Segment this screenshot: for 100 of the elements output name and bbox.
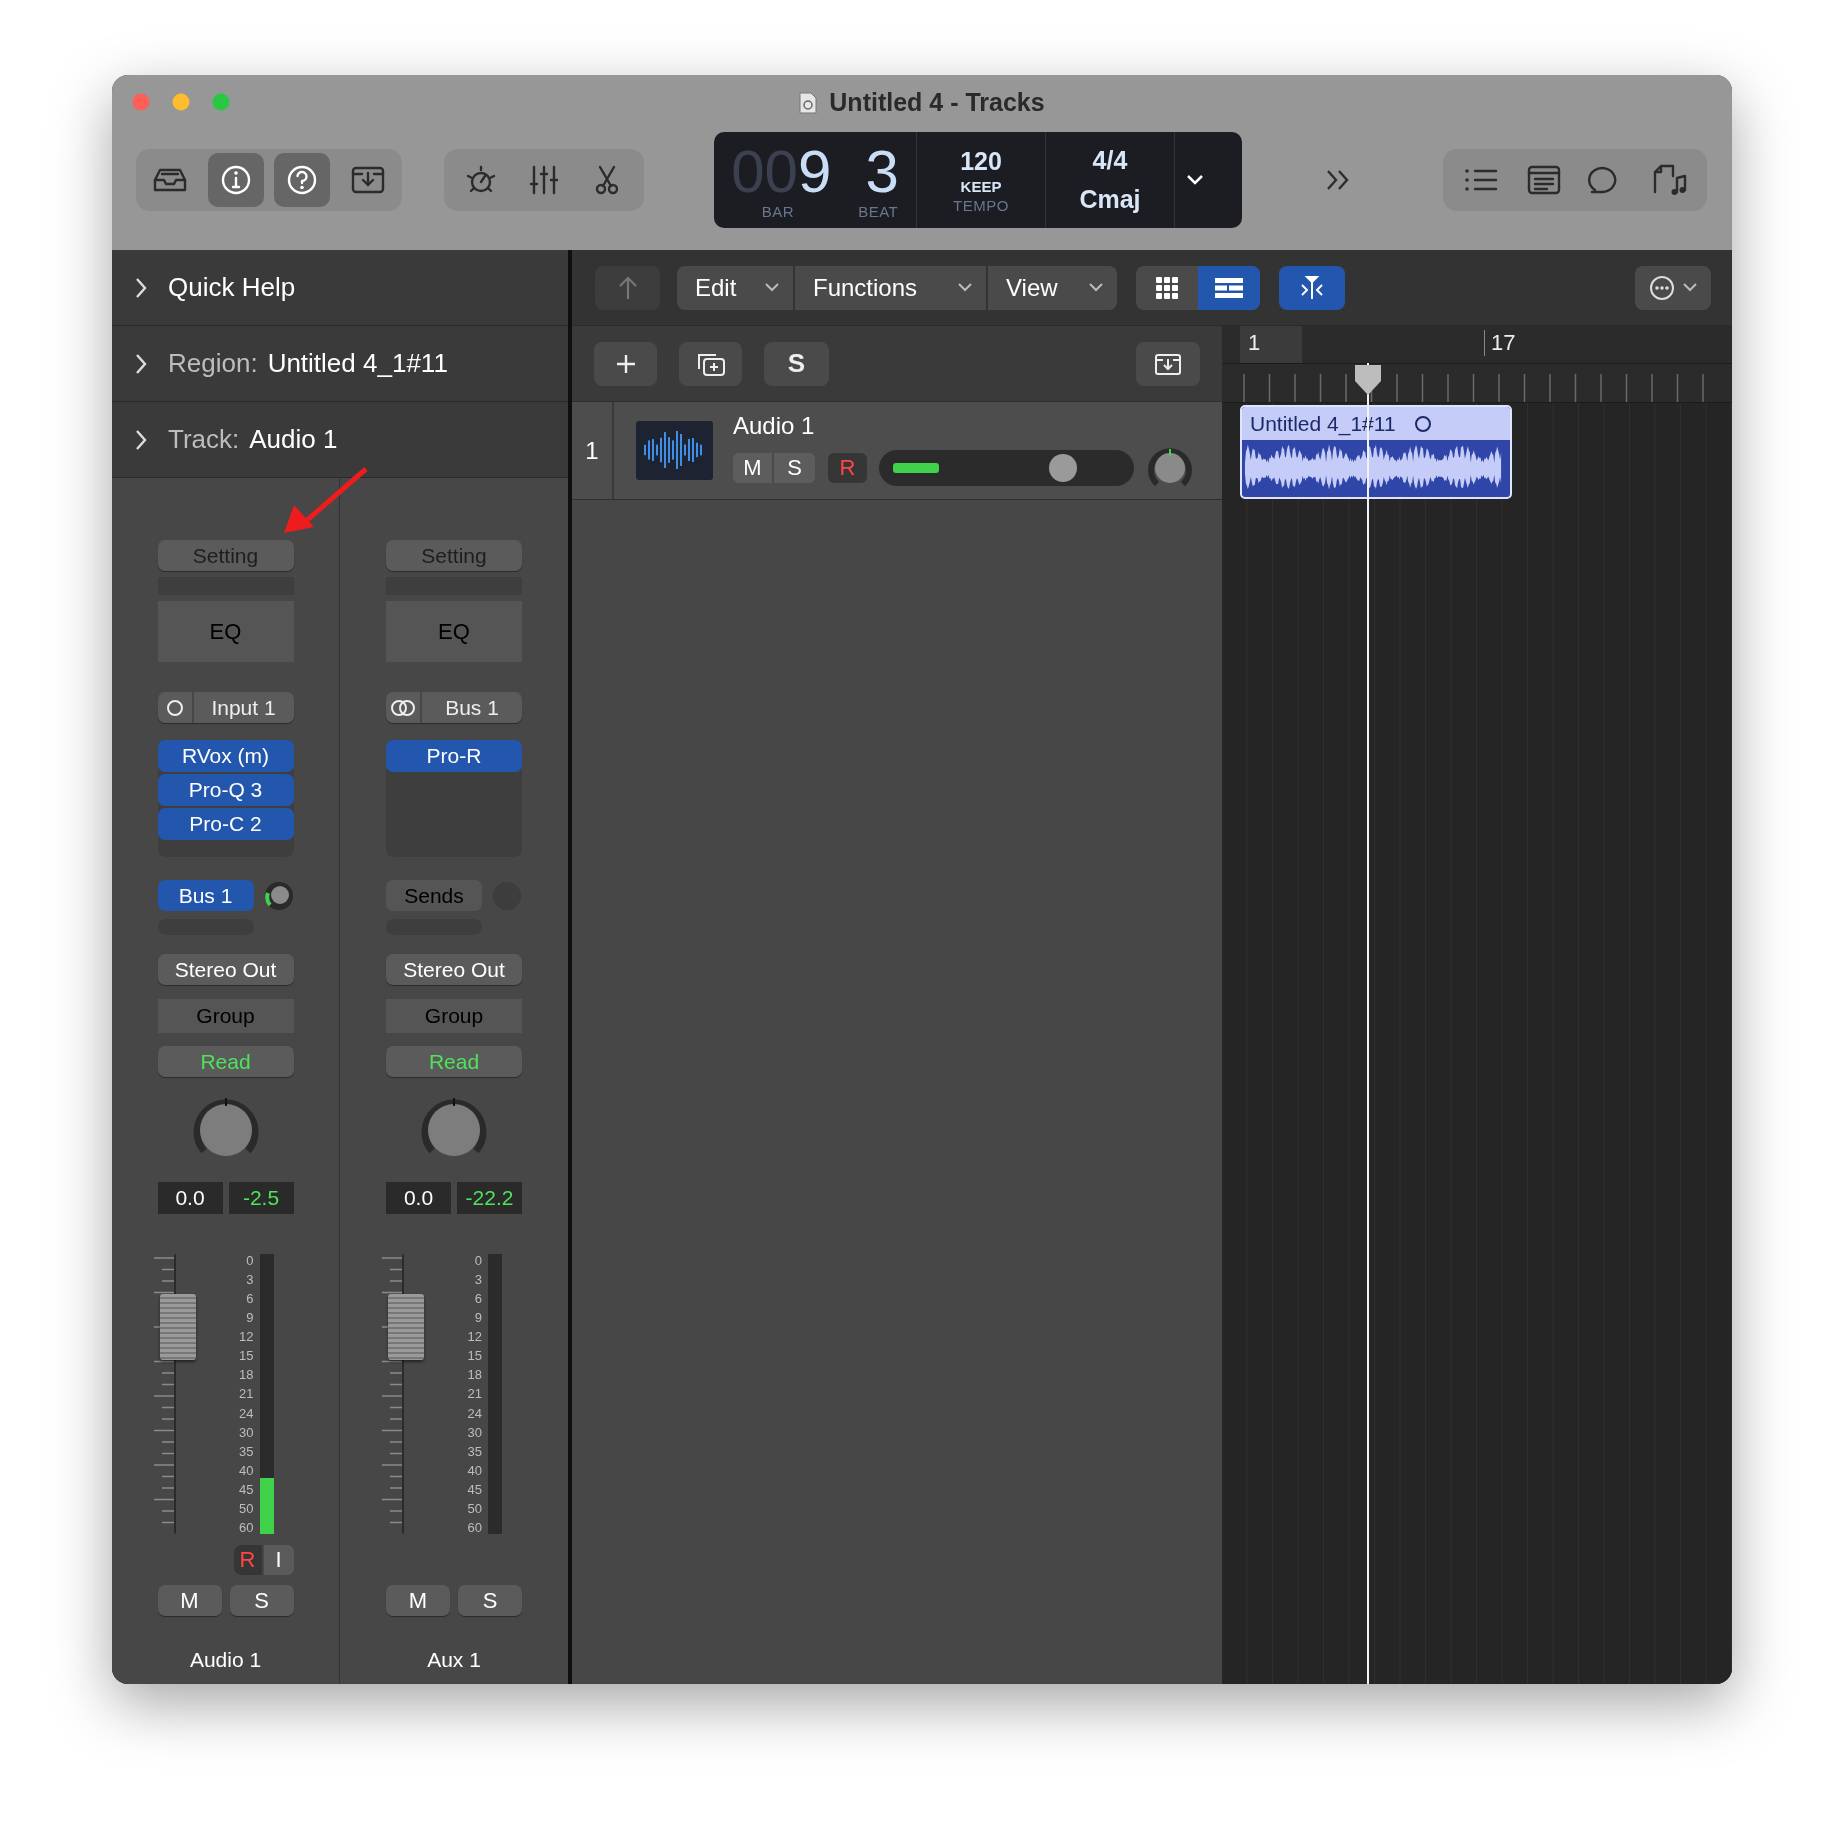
mute-button[interactable]: M <box>157 1585 222 1616</box>
output-button[interactable]: Stereo Out <box>386 954 522 985</box>
plugin-slot[interactable]: Pro-Q 3 <box>157 774 294 806</box>
section-label: Quick Help <box>168 272 296 303</box>
circle-icon <box>165 698 184 717</box>
scale-label: 3 <box>474 1273 482 1287</box>
chevron-down-icon <box>1186 174 1204 186</box>
beat-number: 3 <box>865 140 899 203</box>
scale-label: 50 <box>467 1501 482 1515</box>
download-button[interactable] <box>1136 341 1200 386</box>
playhead-handle <box>1353 363 1383 397</box>
scale-label: 12 <box>467 1330 482 1344</box>
volume-value: 0.0 <box>157 1182 223 1214</box>
scale-label: 21 <box>467 1387 482 1401</box>
record-enable-button[interactable]: R <box>828 452 867 483</box>
fader-thumb[interactable] <box>388 1293 424 1360</box>
fader-thumb[interactable] <box>159 1293 196 1360</box>
scale-label: 35 <box>239 1444 254 1458</box>
automation-mode-button[interactable]: Read <box>157 1046 294 1077</box>
add-track-button[interactable] <box>594 341 657 386</box>
plugin-slot[interactable]: Pro-R <box>386 740 522 772</box>
loop-circle-icon <box>1413 414 1432 433</box>
scale-label: 18 <box>467 1368 482 1382</box>
back-button[interactable] <box>595 265 660 310</box>
input-button[interactable]: Bus 1 <box>386 692 522 723</box>
inspector-button[interactable] <box>208 153 264 207</box>
section-label: Track: <box>168 424 240 455</box>
close-icon <box>132 93 150 111</box>
section-value: Audio 1 <box>249 424 338 455</box>
scale-label: 6 <box>474 1292 482 1306</box>
menu-button[interactable]: View <box>988 265 1117 310</box>
scale-label: 15 <box>467 1349 482 1363</box>
global-solo-button[interactable]: S <box>764 341 829 386</box>
plus-icon <box>614 352 637 375</box>
volume-slider[interactable] <box>879 449 1134 486</box>
region-name: Untitled 4_1#11 <box>1250 411 1396 436</box>
linked-circles-icon <box>390 698 416 717</box>
output-button[interactable]: Stereo Out <box>157 954 294 985</box>
bar-ruler[interactable]: 1 17 <box>1222 326 1732 364</box>
bar-number: 17 <box>1484 330 1516 356</box>
duplicate-track-button[interactable] <box>679 341 742 386</box>
peak-value: -22.2 <box>457 1182 522 1214</box>
slider-thumb[interactable] <box>1048 453 1077 482</box>
list-view-button[interactable] <box>1198 265 1260 310</box>
track-name: Audio 1 <box>733 411 816 440</box>
more-options-button[interactable] <box>1635 265 1711 310</box>
tempo-mode: KEEP <box>960 177 1002 195</box>
scale-label: 45 <box>239 1482 254 1496</box>
bar-number: 1 <box>1247 330 1261 356</box>
scale-label: 40 <box>467 1463 482 1477</box>
scale-label: 21 <box>239 1387 254 1401</box>
scale-label: 30 <box>239 1425 254 1439</box>
scale-label: 24 <box>467 1406 482 1420</box>
double-chevron-icon <box>1325 168 1351 192</box>
tempo-value: 120 <box>960 146 1002 176</box>
section-value: Untitled 4_1#11 <box>267 348 448 379</box>
scale-label: 9 <box>246 1311 254 1325</box>
solo-button[interactable]: S <box>229 1585 294 1616</box>
help-button[interactable] <box>274 153 330 207</box>
catch-button[interactable] <box>1279 265 1345 310</box>
bar-label: BAR <box>761 202 795 220</box>
chevron-down-icon <box>1683 283 1697 292</box>
download-tray-icon <box>1154 351 1182 376</box>
scale-label: 0 <box>474 1254 482 1267</box>
record-enable-button[interactable]: R <box>233 1545 264 1575</box>
minimize-icon <box>172 93 190 111</box>
chevron-right-icon <box>134 276 148 299</box>
scale-label: 24 <box>239 1406 254 1420</box>
plugin-slot[interactable]: Pro-C 2 <box>157 808 294 840</box>
scale-label: 15 <box>239 1349 254 1363</box>
channel-name: Audio 1 <box>189 1648 262 1672</box>
scale-label: 18 <box>239 1368 254 1382</box>
menu-button[interactable]: Functions <box>795 265 988 310</box>
waveform-track-icon <box>636 421 713 480</box>
menu-button[interactable]: Edit <box>677 265 795 310</box>
chevron-down-icon <box>958 283 972 292</box>
scale-label: 60 <box>467 1520 482 1534</box>
peak-value: -2.5 <box>228 1182 294 1214</box>
solo-button[interactable]: S <box>458 1585 522 1616</box>
document-icon <box>799 91 818 114</box>
playhead-catch-icon <box>1299 274 1325 301</box>
send-slot[interactable]: Bus 1 <box>157 880 254 911</box>
scale-label: 45 <box>467 1482 482 1496</box>
send-level-knob <box>263 880 294 911</box>
time-signature: 4/4 <box>1092 146 1128 175</box>
scale-label: 0 <box>246 1254 254 1267</box>
input-button[interactable]: Input 1 <box>157 692 294 723</box>
chevron-right-icon <box>134 352 148 375</box>
scale-label: 35 <box>467 1444 482 1458</box>
tempo-label: TEMPO <box>953 196 1009 214</box>
section-label: Region: <box>168 348 258 379</box>
beat-label: BEAT <box>858 202 899 220</box>
scale-label: 30 <box>467 1425 482 1439</box>
cycle-area[interactable] <box>1240 326 1302 363</box>
mute-button[interactable]: M <box>386 1585 450 1616</box>
volume-value: 0.0 <box>386 1182 451 1214</box>
automation-mode-button[interactable]: Read <box>386 1046 522 1077</box>
plugin-slot[interactable]: RVox (m) <box>157 740 294 772</box>
audio-region[interactable]: Untitled 4_1#11 <box>1240 405 1512 499</box>
track-header[interactable]: 1 Audio 1 M S R <box>572 401 1222 500</box>
